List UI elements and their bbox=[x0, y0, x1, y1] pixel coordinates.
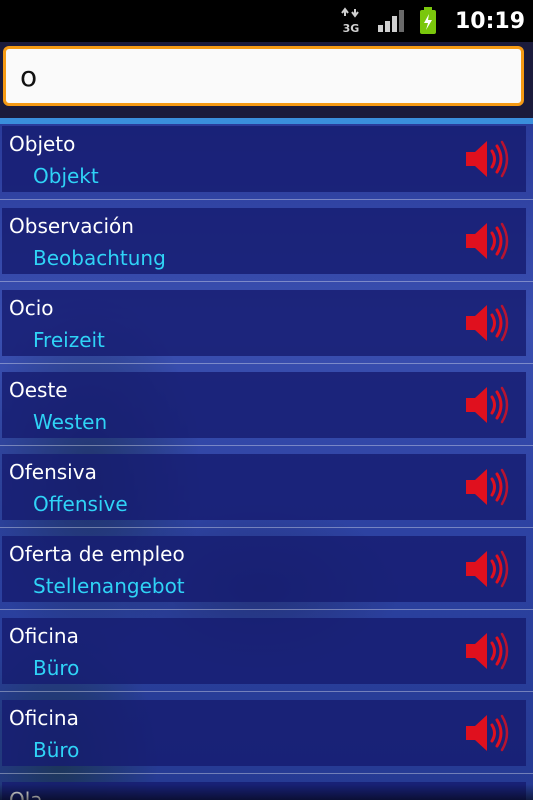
list-item[interactable]: Objeto Objekt bbox=[0, 118, 533, 200]
translation-text: Beobachtung bbox=[33, 246, 166, 270]
translation-text: Freizeit bbox=[33, 328, 105, 352]
translation-text: Offensive bbox=[33, 492, 128, 516]
list-item[interactable]: Oficina Büro bbox=[0, 692, 533, 774]
results-list[interactable]: Objeto Objekt Observación Beobachtung Ocio Fr… bbox=[0, 118, 533, 800]
data-3g-icon: 3G bbox=[339, 7, 363, 35]
list-item-card bbox=[2, 618, 526, 684]
list-item[interactable]: Oficina Büro bbox=[0, 610, 533, 692]
translation-text: Stellenangebot bbox=[33, 574, 185, 598]
list-item[interactable]: Ofensiva Offensive bbox=[0, 446, 533, 528]
translation-text: Büro bbox=[33, 656, 80, 680]
battery-charging-icon bbox=[419, 7, 437, 35]
translation-text: Büro bbox=[33, 738, 80, 762]
network-label: 3G bbox=[343, 22, 360, 35]
speaker-icon[interactable] bbox=[463, 710, 511, 756]
speaker-icon[interactable] bbox=[463, 464, 511, 510]
speaker-icon[interactable] bbox=[463, 136, 511, 182]
term-text: Ofensiva bbox=[9, 460, 97, 484]
speaker-icon[interactable] bbox=[463, 300, 511, 346]
term-text: Oficina bbox=[9, 624, 79, 648]
list-item[interactable]: Oferta de empleo Stellenangebot bbox=[0, 528, 533, 610]
speaker-icon[interactable] bbox=[463, 218, 511, 264]
signal-strength-icon bbox=[377, 9, 405, 33]
search-input[interactable] bbox=[3, 46, 524, 106]
term-text: Ocio bbox=[9, 296, 54, 320]
speaker-icon[interactable] bbox=[463, 628, 511, 674]
term-text: Objeto bbox=[9, 132, 76, 156]
term-text: Observación bbox=[9, 214, 134, 238]
translation-text: Objekt bbox=[33, 164, 99, 188]
status-clock: 10:19 bbox=[454, 8, 525, 34]
term-text: Ola bbox=[9, 788, 43, 800]
translation-text: Westen bbox=[33, 410, 108, 434]
status-bar: 3G 10:19 bbox=[0, 0, 533, 42]
search-bar bbox=[0, 42, 533, 118]
speaker-icon[interactable] bbox=[463, 546, 511, 592]
list-item-card bbox=[2, 700, 526, 766]
list-item-card bbox=[2, 782, 526, 800]
term-text: Oferta de empleo bbox=[9, 542, 185, 566]
list-item[interactable]: Ola bbox=[0, 774, 533, 800]
status-icons: 3G 10:19 bbox=[339, 0, 525, 42]
term-text: Oeste bbox=[9, 378, 68, 402]
list-item[interactable]: Observación Beobachtung bbox=[0, 200, 533, 282]
list-item[interactable]: Ocio Freizeit bbox=[0, 282, 533, 364]
list-item[interactable]: Oeste Westen bbox=[0, 364, 533, 446]
term-text: Oficina bbox=[9, 706, 79, 730]
speaker-icon[interactable] bbox=[463, 382, 511, 428]
results-rows: Objeto Objekt Observación Beobachtung Ocio Fr… bbox=[0, 118, 533, 800]
